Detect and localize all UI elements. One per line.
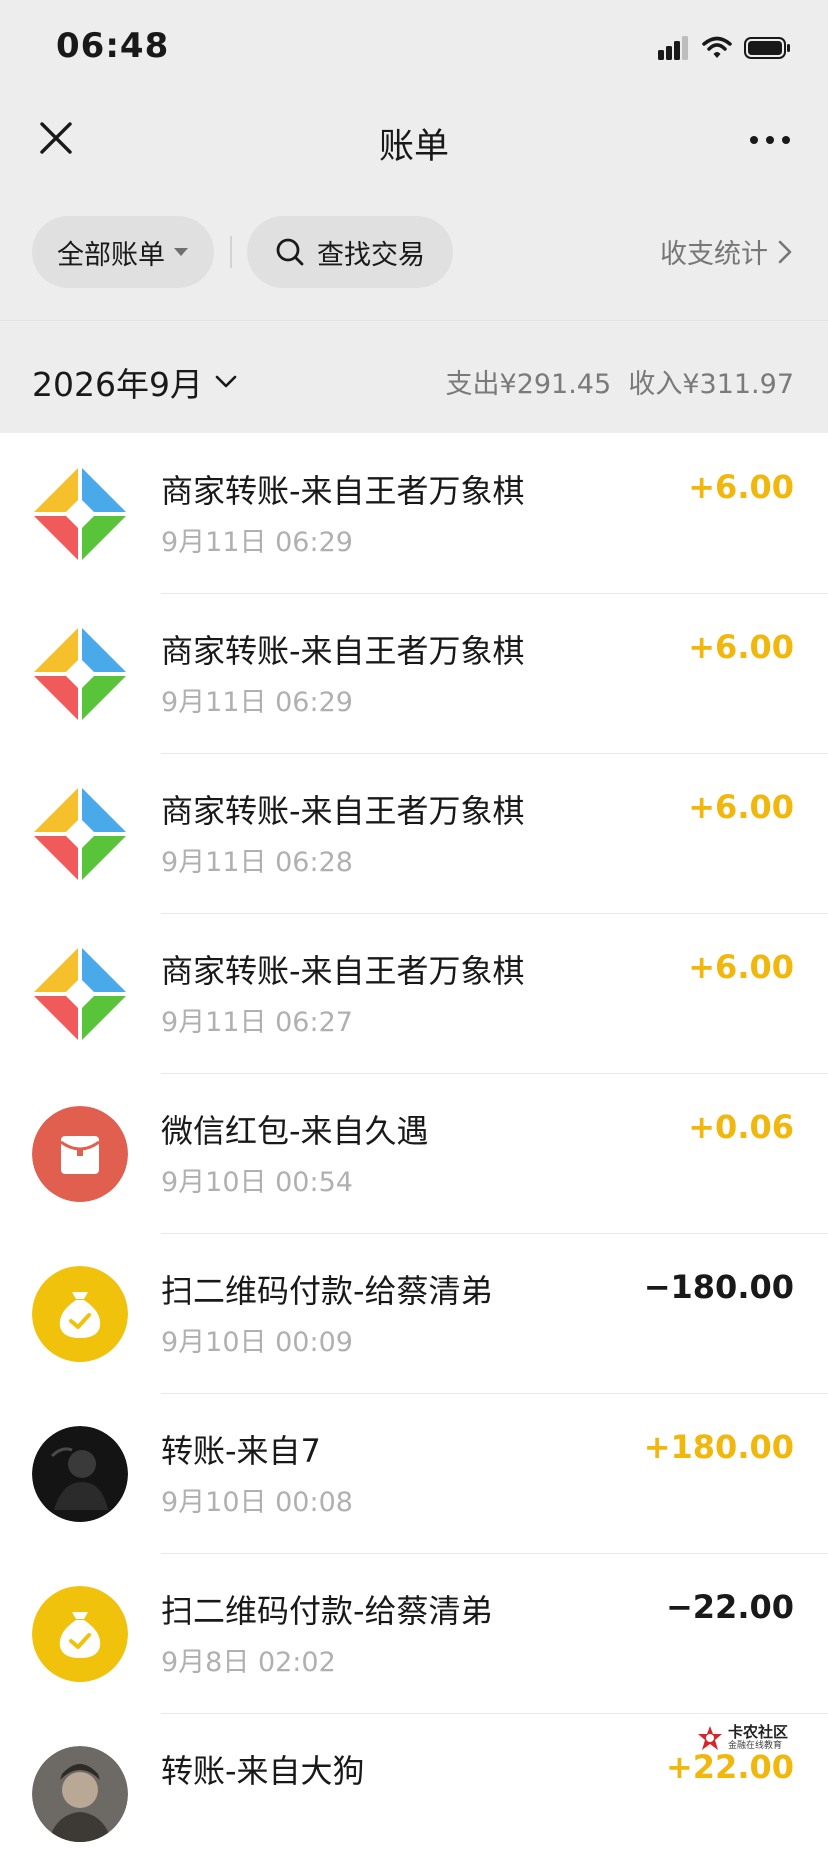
transaction-title: 扫二维码付款-给蔡清弟	[161, 1592, 493, 1630]
game-pinwheel-logo	[34, 948, 126, 1040]
income-expense-stats-link[interactable]: 收支统计	[660, 232, 792, 271]
month-selector[interactable]: 2026年9月	[32, 358, 237, 406]
transaction-row[interactable]: 商家转账-来自王者万象棋 9月11日 06:29 +6.00	[0, 594, 828, 754]
battery-icon	[744, 37, 790, 59]
month-label: 2026年9月	[32, 365, 203, 404]
chevron-down-icon	[215, 375, 237, 388]
transaction-title: 微信红包-来自久遇	[161, 1112, 429, 1150]
money-bag-icon	[32, 1586, 128, 1682]
transaction-row[interactable]: 商家转账-来自王者万象棋 9月11日 06:29 +6.00	[0, 434, 828, 594]
watermark-logo-icon	[697, 1726, 722, 1750]
transaction-row[interactable]: 商家转账-来自王者万象棋 9月11日 06:28 +6.00	[0, 754, 828, 914]
transaction-time: 9月10日 00:08	[161, 1487, 353, 1518]
transaction-amount: +22.00	[665, 1748, 794, 1786]
transaction-title: 商家转账-来自王者万象棋	[161, 792, 525, 830]
filter-divider	[230, 236, 232, 268]
user-photo-avatar	[32, 1426, 128, 1522]
game-pinwheel-logo	[34, 628, 126, 720]
transaction-amount: +6.00	[688, 468, 794, 506]
chevron-right-icon	[778, 240, 792, 263]
all-bills-filter-button[interactable]: 全部账单	[32, 216, 214, 288]
user-photo-avatar	[32, 1746, 128, 1842]
status-time: 06:48	[56, 26, 170, 66]
transaction-row[interactable]: 扫二维码付款-给蔡清弟 9月10日 00:09 −180.00	[0, 1234, 828, 1394]
game-pinwheel-logo	[34, 468, 126, 560]
transaction-time: 9月10日 00:09	[161, 1327, 353, 1358]
transaction-amount: −22.00	[665, 1588, 794, 1626]
transaction-amount: +0.06	[688, 1108, 794, 1146]
status-icons	[658, 36, 792, 60]
transaction-title: 转账-来自7	[161, 1432, 321, 1470]
search-transactions-button[interactable]: 查找交易	[247, 216, 453, 288]
cellular-signal-icon	[658, 36, 688, 60]
red-packet-icon	[32, 1106, 128, 1202]
transaction-row[interactable]: 微信红包-来自久遇 9月10日 00:54 +0.06	[0, 1074, 828, 1234]
transaction-time: 9月11日 06:29	[161, 687, 353, 718]
section-divider	[0, 320, 828, 321]
money-bag-icon	[32, 1266, 128, 1362]
transaction-time: 9月10日 00:54	[161, 1167, 353, 1198]
transaction-row[interactable]: 商家转账-来自王者万象棋 9月11日 06:27 +6.00	[0, 914, 828, 1074]
expense-total: 支出¥291.45	[445, 369, 612, 400]
transaction-time: 9月8日 02:02	[161, 1647, 336, 1678]
caret-down-icon	[174, 248, 188, 256]
transaction-title: 商家转账-来自王者万象棋	[161, 952, 525, 990]
watermark: 卡农社区 金融在线教育	[696, 1724, 788, 1752]
transaction-amount: +6.00	[688, 948, 794, 986]
transaction-amount: +6.00	[688, 788, 794, 826]
month-summary: 支出¥291.45 收入¥311.97	[446, 362, 794, 401]
search-icon	[276, 238, 304, 266]
watermark-sub-text: 金融在线教育	[727, 1741, 782, 1751]
game-pinwheel-logo	[34, 788, 126, 880]
transaction-list: 商家转账-来自王者万象棋 9月11日 06:29 +6.00 商家转账-来自王者…	[0, 434, 828, 1874]
wifi-icon	[702, 36, 732, 58]
page-title: 账单	[378, 127, 449, 167]
transaction-title: 商家转账-来自王者万象棋	[161, 472, 525, 510]
all-bills-label: 全部账单	[57, 239, 165, 271]
transaction-row[interactable]: 转账-来自7 9月10日 00:08 +180.00	[0, 1394, 828, 1554]
stats-label: 收支统计	[660, 239, 768, 270]
transaction-title: 商家转账-来自王者万象棋	[161, 632, 525, 670]
transaction-amount: −180.00	[643, 1268, 794, 1306]
transaction-amount: +6.00	[688, 628, 794, 666]
transaction-title: 转账-来自大狗	[161, 1752, 365, 1790]
search-label: 查找交易	[317, 239, 425, 271]
watermark-main-text: 卡农社区	[727, 1723, 788, 1741]
more-options-icon[interactable]	[748, 124, 792, 156]
transaction-time: 9月11日 06:27	[161, 1007, 353, 1038]
income-total: 收入¥311.97	[628, 369, 794, 400]
transaction-time: 9月11日 06:29	[161, 527, 353, 558]
transaction-time: 9月11日 06:28	[161, 847, 353, 878]
transaction-row[interactable]: 扫二维码付款-给蔡清弟 9月8日 02:02 −22.00	[0, 1554, 828, 1714]
transaction-title: 扫二维码付款-给蔡清弟	[161, 1272, 493, 1310]
transaction-amount: +180.00	[643, 1428, 794, 1466]
